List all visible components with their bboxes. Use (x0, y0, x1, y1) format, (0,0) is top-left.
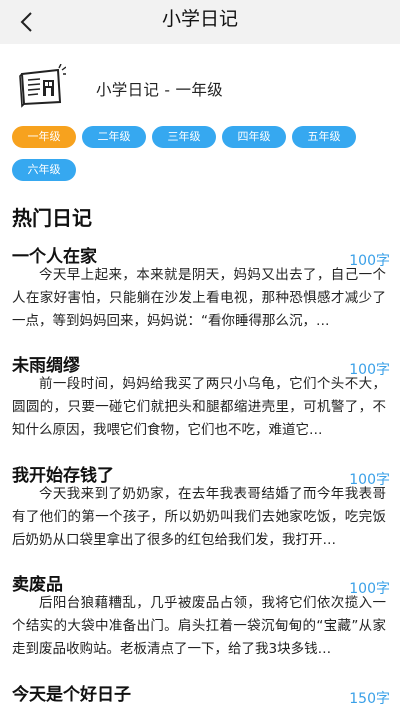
article-item[interactable]: 我开始存钱了 100字 今天我来到了奶奶家，在去年我表哥结婚了而今年我表哥有了他… (12, 461, 390, 571)
grade-tab-1[interactable]: 一年级 (12, 126, 76, 148)
grade-tab-5[interactable]: 五年级 (292, 126, 356, 148)
article-excerpt: 今天早上起来，本来就是阴天，妈妈又出去了，自己一个人在家好害怕，只能躺在沙发上看… (12, 267, 386, 329)
article-item[interactable]: 今天是个好日子 150字 (12, 680, 390, 710)
grade-tab-6[interactable]: 六年级 (12, 159, 76, 181)
grade-tab-2[interactable]: 二年级 (82, 126, 146, 148)
article-excerpt: 今天我来到了奶奶家，在去年我表哥结婚了而今年我表哥有了他们的第一个孩子，所以奶奶… (12, 486, 386, 548)
grade-tab-4[interactable]: 四年级 (222, 126, 286, 148)
back-button[interactable] (12, 7, 42, 37)
article-item[interactable]: 卖废品 100字 后阳台狼藉糟乱，几乎被废品占领，我将它们依次揽入一个结实的大袋… (12, 570, 390, 680)
book-title: 小学日记 - 一年级 (96, 81, 223, 99)
book-cover-icon (19, 64, 66, 108)
section-title: 热门日记 (12, 206, 92, 230)
grade-tab-3[interactable]: 三年级 (152, 126, 216, 148)
article-item[interactable]: 一个人在家 100字 今天早上起来，本来就是阴天，妈妈又出去了，自己一个人在家好… (12, 242, 390, 352)
book-info: 小学日记 - 一年级 (18, 64, 388, 112)
page-title: 小学日记 (161, 8, 238, 30)
article-excerpt: 前一段时间，妈妈给我买了两只小乌龟，它们个头不大，圆圆的，只要一碰它们就把头和腿… (12, 376, 386, 438)
article-excerpt: 后阳台狼藉糟乱，几乎被废品占领，我将它们依次揽入一个结实的大袋中准备出门。肩头扛… (12, 595, 386, 657)
article-title: 今天是个好日子 (12, 685, 131, 705)
app-header: 小学日记 (0, 0, 400, 44)
article-item[interactable]: 未雨绸缪 100字 前一段时间，妈妈给我买了两只小乌龟，它们个头不大，圆圆的，只… (12, 351, 390, 461)
word-count: 150字 (349, 691, 390, 707)
back-arrow-icon (20, 12, 32, 32)
